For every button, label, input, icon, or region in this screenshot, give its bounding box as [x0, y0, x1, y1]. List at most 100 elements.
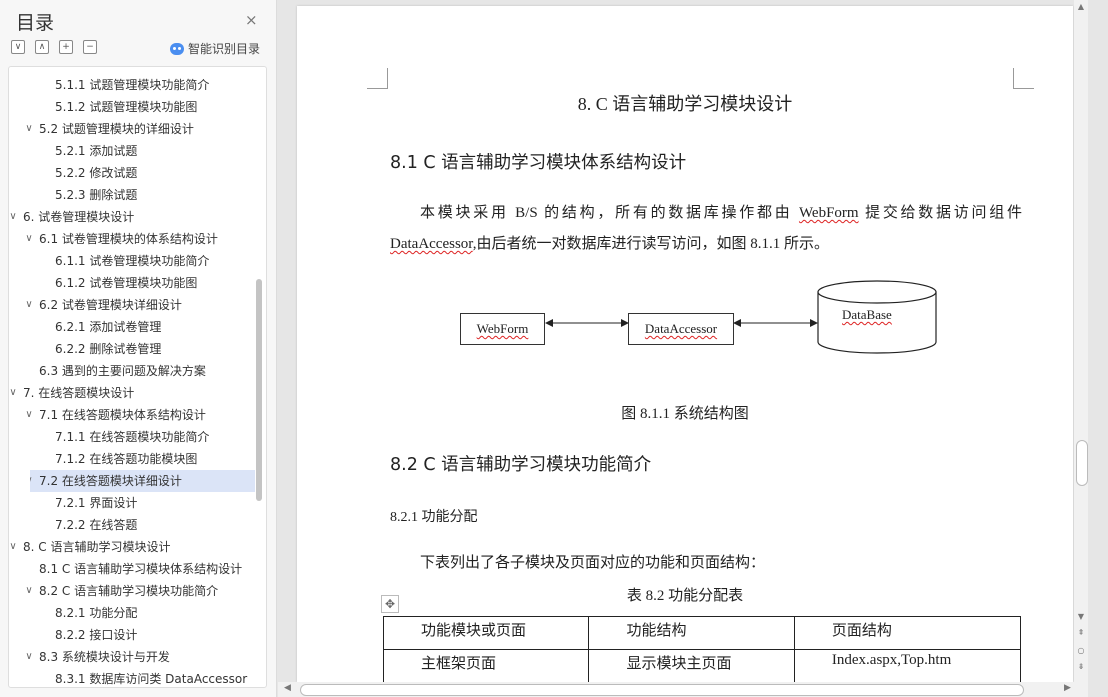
smart-detect-toc-button[interactable]: 智能识别目录 [170, 40, 260, 57]
scroll-right-icon[interactable]: ▶ [1064, 683, 1071, 693]
robot-icon [170, 42, 184, 55]
toc-item[interactable]: ∨ 7.2 在线答题模块详细设计 [30, 470, 255, 492]
section-heading-8-2: 8.2 C 语言辅助学习模块功能简介 [390, 455, 652, 475]
toc-item[interactable]: ∨ 6.1 试卷管理模块的体系结构设计 [9, 228, 255, 250]
toc-item[interactable]: ∨ 7. 在线答题模块设计 [9, 382, 255, 404]
toc-item[interactable]: ∨ 6.2 试卷管理模块详细设计 [9, 294, 255, 316]
toc-item[interactable]: 6.1.1 试卷管理模块功能简介 [9, 250, 255, 272]
toc-item-label: 6.1.1 试卷管理模块功能简介 [55, 254, 210, 268]
scroll-up-icon[interactable]: ▲ [1074, 2, 1088, 11]
toc-item[interactable]: 5.2.3 删除试题 [9, 184, 255, 206]
toc-item-label: 7.1.2 在线答题功能模块图 [55, 452, 198, 466]
toc-item[interactable]: 6.2.2 删除试卷管理 [9, 338, 255, 360]
toc-item-label: 5.2.1 添加试题 [55, 144, 138, 158]
chevron-down-icon[interactable]: ∨ [9, 382, 19, 404]
toc-item[interactable]: 6.3 遇到的主要问题及解决方案 [9, 360, 255, 382]
document-page: 8. C 语言辅助学习模块设计 8.1 C 语言辅助学习模块体系结构设计 本模块… [297, 6, 1073, 682]
toc-item-label: 6.2 试卷管理模块详细设计 [39, 298, 182, 312]
toc-item-label: 7. 在线答题模块设计 [23, 386, 135, 400]
toc-tree: 5.1.1 试题管理模块功能简介 5.1.2 试题管理模块功能图 ∨ 5.2 试题管理… [8, 66, 267, 688]
horizontal-scrollbar[interactable]: ◀ ▶ [278, 682, 1088, 697]
toc-item[interactable]: 5.1.1 试题管理模块功能简介 [9, 74, 255, 96]
toc-item[interactable]: 8.3.1 数据库访问类 DataAccessor [9, 668, 255, 687]
toc-item[interactable]: 7.2.2 在线答题 [9, 514, 255, 536]
toc-item-label: 8.2.1 功能分配 [55, 606, 138, 620]
figure-caption: 图 8.1.1 系统结构图 [621, 406, 749, 422]
toc-item[interactable]: 6.1.2 试卷管理模块功能图 [9, 272, 255, 294]
toc-item-label: 6.1.2 试卷管理模块功能图 [55, 276, 198, 290]
toc-item-label: 7.2.1 界面设计 [55, 496, 138, 510]
toc-item-label: 7.1.1 在线答题模块功能简介 [55, 430, 210, 444]
toc-item-label: 8.3.1 数据库访问类 DataAccessor [55, 672, 248, 686]
section-heading-8-1: 8.1 C 语言辅助学习模块体系结构设计 [390, 153, 687, 173]
toc-item[interactable]: 8.1 C 语言辅助学习模块体系结构设计 [9, 558, 255, 580]
remove-heading-icon[interactable]: − [83, 40, 97, 54]
toc-item[interactable]: ∨ 8.2 C 语言辅助学习模块功能简介 [9, 580, 255, 602]
horizontal-scroll-thumb[interactable] [300, 684, 1024, 696]
table-caption: 表 8.2 功能分配表 [626, 588, 744, 604]
toc-scrollbar-thumb[interactable] [256, 279, 262, 501]
toc-item-label: 7.2 在线答题模块详细设计 [39, 474, 182, 488]
vertical-scrollbar[interactable]: ▲ ▼ ⇞ ○ ⇟ [1074, 0, 1088, 682]
expand-all-icon[interactable]: ∧ [35, 40, 49, 54]
toc-item-label: 7.2.2 在线答题 [55, 518, 138, 532]
scroll-left-icon[interactable]: ◀ [284, 683, 291, 693]
toc-item-label: 5.2.2 修改试题 [55, 166, 138, 180]
body-paragraph-2: 下表列出了各子模块及页面对应的功能和页面结构： [420, 555, 766, 571]
database-cylinder-top [817, 280, 937, 304]
select-browse-object-icon[interactable]: ○ [1074, 646, 1088, 655]
toc-item[interactable]: 8.2.1 功能分配 [9, 602, 255, 624]
toc-item[interactable]: 7.1.2 在线答题功能模块图 [9, 448, 255, 470]
toc-item-label: 6.2.1 添加试卷管理 [55, 320, 162, 334]
body-paragraph-1: 本模块采用 B/S 的结构，所有的数据库操作都由 WebForm 提交给数据访问… [390, 205, 1022, 252]
toc-toolbar: ∨ ∧ + − [11, 40, 97, 56]
chevron-down-icon[interactable]: ∨ [23, 580, 35, 602]
chevron-down-icon[interactable]: ∨ [23, 646, 35, 668]
table-cell: 主框架页面 [382, 649, 590, 682]
table-move-handle-icon[interactable]: ✥ [381, 595, 399, 613]
chevron-down-icon[interactable]: ∨ [9, 206, 19, 228]
table-header-cell: 页面结构 [793, 616, 1022, 650]
function-allocation-table: 功能模块或页面 功能结构 页面结构 主框架页面 显示模块主页面 Index.as… [382, 616, 1022, 682]
toc-item-label: 6. 试卷管理模块设计 [23, 210, 135, 224]
chevron-down-icon[interactable]: ∨ [23, 228, 35, 250]
toc-item[interactable]: 5.2.2 修改试题 [9, 162, 255, 184]
add-heading-icon[interactable]: + [59, 40, 73, 54]
table-cell: 显示模块主页面 [588, 649, 795, 682]
toc-item[interactable]: 7.2.1 界面设计 [9, 492, 255, 514]
next-page-icon[interactable]: ⇟ [1074, 662, 1088, 671]
margin-mark-top-left [367, 68, 388, 89]
toc-item-label: 5.1.1 试题管理模块功能简介 [55, 78, 210, 92]
toc-item[interactable]: ∨ 5.2 试题管理模块的详细设计 [9, 118, 255, 140]
toc-item[interactable]: 5.2.1 添加试题 [9, 140, 255, 162]
close-icon[interactable]: × [245, 11, 258, 29]
toc-item[interactable]: ∨ 6. 试卷管理模块设计 [9, 206, 255, 228]
table-header-cell: 功能结构 [588, 616, 795, 650]
scroll-down-icon[interactable]: ▼ [1074, 612, 1088, 621]
toc-item-label: 7.1 在线答题模块体系结构设计 [39, 408, 206, 422]
toc-item-label: 8.1 C 语言辅助学习模块体系结构设计 [39, 562, 243, 576]
toc-item-label: 5.2.3 删除试题 [55, 188, 138, 202]
toc-item[interactable]: ∨ 8.3 系统模块设计与开发 [9, 646, 255, 668]
chevron-down-icon[interactable]: ∨ [30, 470, 35, 492]
toc-item[interactable]: ∨ 8. C 语言辅助学习模块设计 [9, 536, 255, 558]
toc-list: 5.1.1 试题管理模块功能简介 5.1.2 试题管理模块功能图 ∨ 5.2 试题管理… [9, 74, 255, 687]
diagram-box-webform: WebForm [460, 313, 545, 345]
toc-item-label: 5.1.2 试题管理模块功能图 [55, 100, 198, 114]
toc-item[interactable]: ∨ 7.1 在线答题模块体系结构设计 [9, 404, 255, 426]
chapter-heading: 8. C 语言辅助学习模块设计 [577, 94, 793, 114]
chevron-down-icon[interactable]: ∨ [23, 294, 35, 316]
previous-page-icon[interactable]: ⇞ [1074, 628, 1088, 637]
collapse-all-icon[interactable]: ∨ [11, 40, 25, 54]
document-area: 8. C 语言辅助学习模块设计 8.1 C 语言辅助学习模块体系结构设计 本模块… [278, 0, 1108, 697]
chevron-down-icon[interactable]: ∨ [9, 536, 19, 558]
toc-item[interactable]: 7.1.1 在线答题模块功能简介 [9, 426, 255, 448]
toc-item[interactable]: 6.2.1 添加试卷管理 [9, 316, 255, 338]
toc-panel-title: 目录 [16, 12, 55, 34]
chevron-down-icon[interactable]: ∨ [23, 118, 35, 140]
chevron-down-icon[interactable]: ∨ [23, 404, 35, 426]
toc-item-label: 8.2 C 语言辅助学习模块功能简介 [39, 584, 219, 598]
toc-item[interactable]: 5.1.2 试题管理模块功能图 [9, 96, 255, 118]
toc-item[interactable]: 8.2.2 接口设计 [9, 624, 255, 646]
vertical-scroll-thumb[interactable] [1076, 440, 1088, 486]
